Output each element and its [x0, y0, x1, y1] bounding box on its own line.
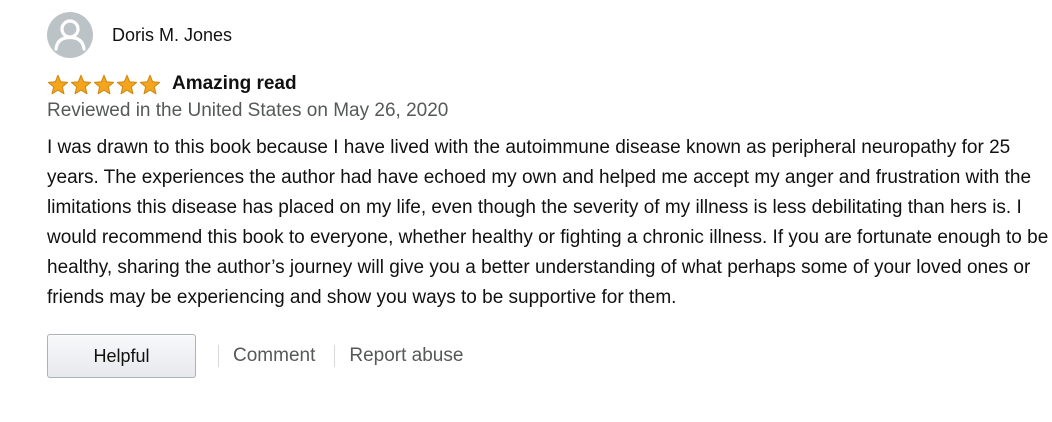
review-actions: Helpful Comment Report abuse — [47, 333, 1047, 379]
review-body: I was drawn to this book because I have … — [47, 137, 1049, 308]
star-rating[interactable] — [47, 74, 161, 95]
user-avatar-icon[interactable] — [47, 12, 93, 58]
star-icon — [70, 74, 92, 95]
action-divider — [334, 345, 336, 367]
star-icon — [116, 74, 138, 95]
helpful-button[interactable]: Helpful — [47, 334, 196, 378]
review-date: Reviewed in the United States on May 26,… — [47, 100, 449, 121]
reviewer-name[interactable]: Doris M. Jones — [112, 24, 232, 46]
star-icon — [47, 74, 69, 95]
reviewer-profile[interactable]: Doris M. Jones — [47, 12, 1047, 58]
customer-review: Doris M. Jones Amazing read Reviewed in … — [47, 12, 1049, 379]
report-abuse-link[interactable]: Report abuse — [349, 344, 463, 368]
star-icon — [139, 74, 161, 95]
review-title[interactable]: Amazing read — [172, 72, 297, 96]
comment-link[interactable]: Comment — [233, 344, 315, 368]
rating-row: Amazing read — [47, 71, 1047, 97]
action-divider — [218, 345, 219, 367]
star-icon — [93, 74, 115, 95]
